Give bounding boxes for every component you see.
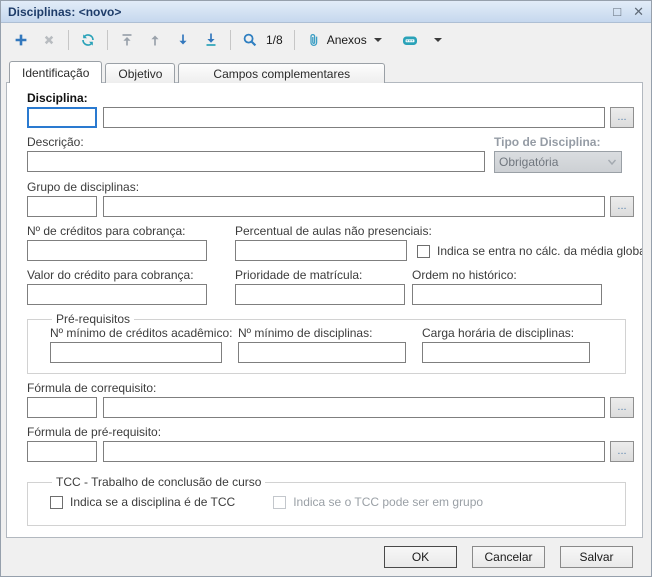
delete-record-button[interactable] [37, 28, 61, 52]
cancel-button[interactable]: Cancelar [472, 546, 545, 568]
min-creditos-input[interactable] [50, 342, 222, 363]
magnifier-icon [242, 32, 258, 48]
grupo-lookup-button[interactable]: ... [610, 196, 634, 217]
correquisito-label: Fórmula de correquisito: [27, 381, 634, 395]
prioridade-matricula-input[interactable] [235, 284, 405, 305]
grupo-code-input[interactable] [27, 196, 97, 217]
valor-credito-input[interactable] [27, 284, 207, 305]
tab-objetivo[interactable]: Objetivo [105, 63, 175, 83]
tipo-disciplina-select[interactable]: Obrigatória [494, 151, 622, 173]
toolbar: 1/8 Anexos [1, 23, 651, 57]
min-disciplinas-input[interactable] [238, 342, 406, 363]
arrow-up-bar-icon [119, 32, 135, 48]
last-record-button[interactable] [199, 28, 223, 52]
prerequisitos-groupbox: Pré-requisitos Nº mínimo de créditos aca… [27, 312, 626, 374]
window-title: Disciplinas: <novo> [8, 5, 121, 19]
ordem-historico-label: Ordem no histórico: [412, 268, 602, 282]
add-record-button[interactable] [9, 28, 33, 52]
disciplina-name-input[interactable] [103, 107, 605, 128]
valor-credito-label: Valor do crédito para cobrança: [27, 268, 207, 282]
identificacao-panel: Disciplina: ... Descrição: Tipo de Disci… [6, 82, 643, 538]
is-tcc-checkbox-label: Indica se a disciplina é de TCC [70, 495, 235, 509]
refresh-icon [80, 32, 96, 48]
arrow-down-icon [175, 32, 191, 48]
grupo-disciplinas-label: Grupo de disciplinas: [27, 180, 634, 194]
is-tcc-checkbox[interactable] [50, 496, 63, 509]
carga-horaria-input[interactable] [422, 342, 590, 363]
prerequisito-code-input[interactable] [27, 441, 97, 462]
previous-record-button[interactable] [143, 28, 167, 52]
prerequisito-lookup-button[interactable]: ... [610, 441, 634, 462]
toolbar-separator [230, 30, 231, 50]
paperclip-icon [306, 32, 322, 48]
tcc-grupo-checkbox[interactable] [273, 496, 286, 509]
ordem-historico-input[interactable] [412, 284, 602, 305]
restore-icon[interactable]: □ [613, 5, 621, 18]
print-button[interactable] [398, 28, 422, 52]
media-global-checkbox-label: Indica se entra no cálc. da média global [437, 244, 643, 258]
footer-bar: OK Cancelar Salvar [1, 538, 651, 576]
prerequisito-label: Fórmula de pré-requisito: [27, 425, 634, 439]
record-counter: 1/8 [266, 33, 283, 47]
search-button[interactable] [238, 28, 262, 52]
printer-icon [401, 32, 419, 48]
tcc-grupo-checkbox-label: Indica se o TCC pode ser em grupo [293, 495, 483, 509]
tab-strip: Identificação Objetivo Campos complement… [1, 57, 651, 83]
chevron-down-icon [607, 158, 617, 166]
grupo-name-input[interactable] [103, 196, 605, 217]
tipo-disciplina-label: Tipo de Disciplina: [494, 135, 622, 149]
chevron-down-icon[interactable] [434, 38, 442, 42]
close-icon[interactable]: ✕ [633, 5, 644, 18]
carga-horaria-label: Carga horária de disciplinas: [422, 326, 590, 340]
correquisito-formula-input[interactable] [103, 397, 605, 418]
disciplina-lookup-button[interactable]: ... [610, 107, 634, 128]
percentual-aulas-input[interactable] [235, 240, 407, 261]
disciplinas-dialog: Disciplinas: <novo> □ ✕ [0, 0, 652, 577]
creditos-cobranca-label: Nº de créditos para cobrança: [27, 224, 207, 238]
disciplina-label: Disciplina: [27, 91, 634, 105]
next-record-button[interactable] [171, 28, 195, 52]
min-creditos-label: Nº mínimo de créditos acadêmico: [50, 326, 222, 340]
descricao-input[interactable] [27, 151, 485, 172]
tab-identificacao[interactable]: Identificação [9, 61, 102, 83]
media-global-checkbox[interactable] [417, 245, 430, 258]
tipo-disciplina-value: Obrigatória [499, 155, 607, 169]
correquisito-lookup-button[interactable]: ... [610, 397, 634, 418]
anexos-button[interactable]: Anexos [302, 28, 388, 52]
toolbar-separator [107, 30, 108, 50]
prioridade-matricula-label: Prioridade de matrícula: [235, 268, 405, 282]
disciplina-code-input[interactable] [27, 107, 97, 128]
tab-campos-complementares[interactable]: Campos complementares [178, 63, 385, 83]
creditos-cobranca-input[interactable] [27, 240, 207, 261]
ok-button[interactable]: OK [384, 546, 457, 568]
tcc-groupbox: TCC - Trabalho de conclusão de curso Ind… [27, 475, 626, 526]
chevron-down-icon [374, 38, 382, 42]
prerequisitos-legend: Pré-requisitos [52, 312, 134, 326]
descricao-label: Descrição: [27, 135, 485, 149]
arrow-up-icon [147, 32, 163, 48]
first-record-button[interactable] [115, 28, 139, 52]
delete-x-icon [41, 32, 57, 48]
arrow-down-bar-icon [203, 32, 219, 48]
percentual-aulas-label: Percentual de aulas não presenciais: [235, 224, 407, 238]
min-disciplinas-label: Nº mínimo de disciplinas: [238, 326, 406, 340]
titlebar: Disciplinas: <novo> □ ✕ [1, 1, 651, 23]
plus-icon [13, 32, 29, 48]
toolbar-separator [294, 30, 295, 50]
prerequisito-formula-input[interactable] [103, 441, 605, 462]
refresh-button[interactable] [76, 28, 100, 52]
save-button[interactable]: Salvar [560, 546, 633, 568]
correquisito-code-input[interactable] [27, 397, 97, 418]
anexos-label: Anexos [327, 33, 367, 47]
toolbar-separator [68, 30, 69, 50]
tcc-legend: TCC - Trabalho de conclusão de curso [52, 475, 265, 489]
